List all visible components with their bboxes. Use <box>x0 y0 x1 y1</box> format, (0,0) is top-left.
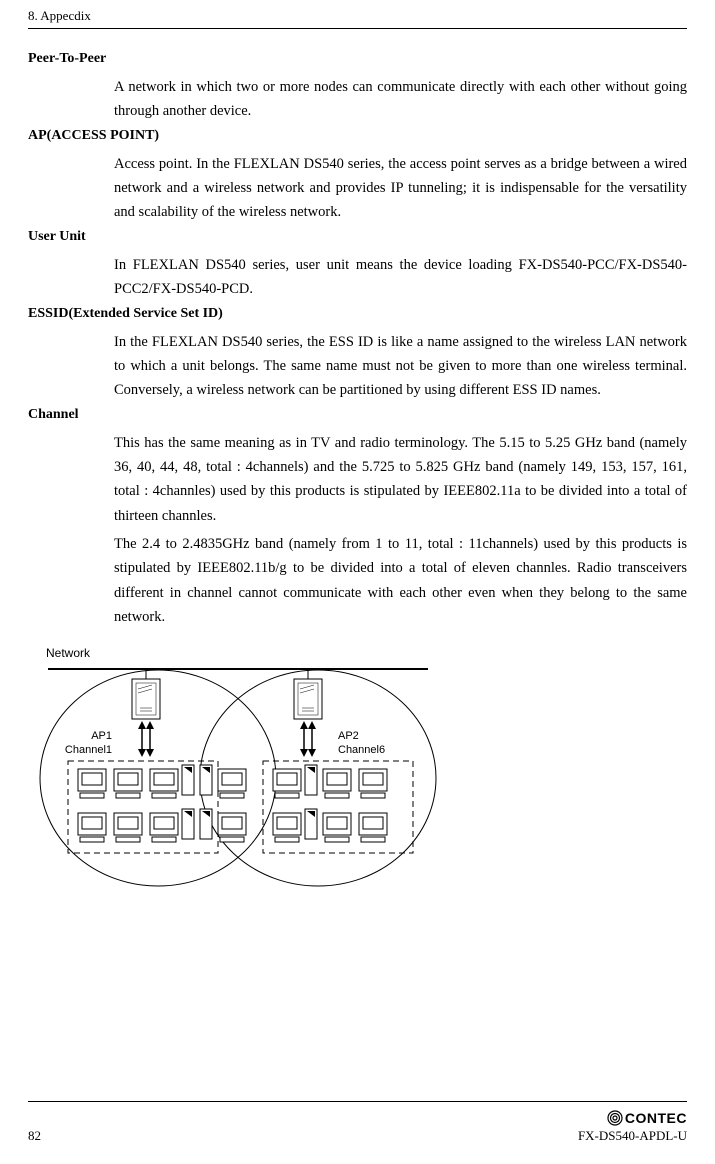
term-essid-body: In the FLEXLAN DS540 series, the ESS ID … <box>114 330 687 403</box>
wireless-card-icon <box>305 765 317 795</box>
computer-icon <box>323 769 351 798</box>
computer-icon <box>114 813 142 842</box>
computer-icon <box>78 813 106 842</box>
computer-icon <box>359 769 387 798</box>
brand-logo: CONTEC <box>578 1110 687 1126</box>
computer-icon <box>218 769 246 798</box>
term-peer-title: Peer-To-Peer <box>28 51 687 67</box>
ap1-device-icon <box>132 679 160 719</box>
term-userunit-title: User Unit <box>28 229 687 245</box>
ap2-channel: Channel6 <box>338 744 385 756</box>
ap2-name: AP2 <box>338 730 359 742</box>
computer-icon <box>273 769 301 798</box>
brand-logo-icon <box>607 1110 623 1126</box>
wireless-card-icon <box>182 809 194 839</box>
wireless-card-icon <box>305 809 317 839</box>
model-number: FX-DS540-APDL-U <box>578 1128 687 1144</box>
term-essid-title: ESSID(Extended Service Set ID) <box>28 306 687 322</box>
computer-icon <box>78 769 106 798</box>
computer-icon <box>359 813 387 842</box>
wireless-card-icon <box>200 809 212 839</box>
ap1-channel: Channel1 <box>65 744 112 756</box>
wireless-arrow-1 <box>138 721 154 757</box>
computer-icon <box>150 769 178 798</box>
computer-icon <box>273 813 301 842</box>
wireless-card-icon <box>182 765 194 795</box>
page-footer: 82 CONTEC FX-DS540-APDL-U <box>28 1101 687 1144</box>
computer-icon <box>114 769 142 798</box>
term-channel-title: Channel <box>28 407 687 423</box>
ap2-device-icon <box>294 679 322 719</box>
page-number: 82 <box>28 1128 41 1144</box>
wireless-card-icon <box>200 765 212 795</box>
diagram-network-label: Network <box>46 646 91 660</box>
computer-icon <box>218 813 246 842</box>
term-ap-title: AP(ACCESS POINT) <box>28 128 687 144</box>
term-ap-body: Access point. In the FLEXLAN DS540 serie… <box>114 152 687 225</box>
term-userunit-body: In FLEXLAN DS540 series, user unit means… <box>114 253 687 302</box>
footer-rule <box>28 1101 687 1102</box>
ap1-name: AP1 <box>91 730 112 742</box>
computer-icon <box>150 813 178 842</box>
term-channel-body2: The 2.4 to 2.4835GHz band (namely from 1… <box>114 532 687 629</box>
term-channel-body1: This has the same meaning as in TV and r… <box>114 431 687 528</box>
wireless-arrow-2 <box>300 721 316 757</box>
header-rule <box>28 28 687 29</box>
brand-name: CONTEC <box>625 1110 687 1126</box>
network-diagram: Network AP1 Channel1 AP2 <box>28 643 687 898</box>
computer-icon <box>323 813 351 842</box>
term-peer-body: A network in which two or more nodes can… <box>114 75 687 124</box>
header-chapter: 8. Appecdix <box>28 8 687 24</box>
